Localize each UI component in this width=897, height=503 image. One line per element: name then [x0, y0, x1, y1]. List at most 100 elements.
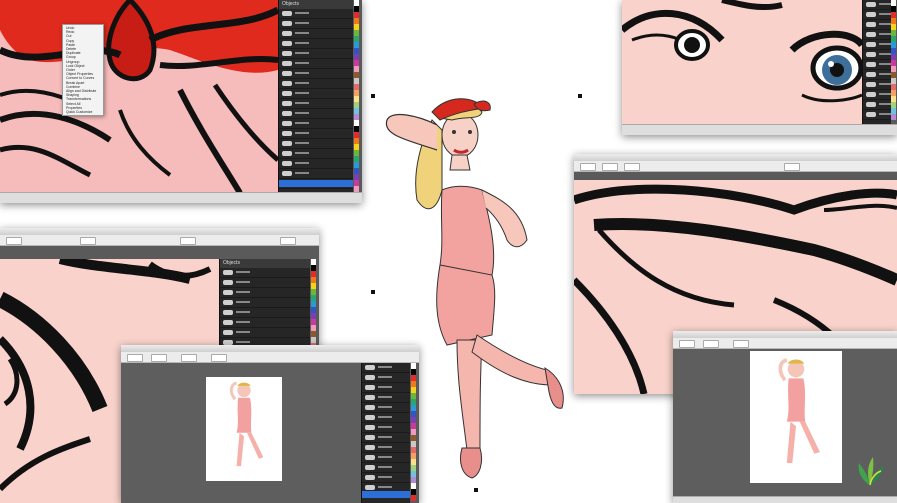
object-thumbnail-icon	[866, 2, 876, 7]
title-bar	[0, 228, 319, 235]
color-palette[interactable]	[354, 0, 359, 193]
toolbar-button[interactable]	[80, 237, 96, 245]
object-list-item[interactable]	[220, 278, 310, 288]
object-thumbnail-icon	[282, 11, 292, 16]
object-thumbnail-icon	[866, 32, 876, 37]
selection-handle[interactable]	[474, 488, 478, 492]
object-list-item[interactable]	[279, 149, 353, 159]
object-name-label	[295, 12, 309, 14]
main-illustration[interactable]	[362, 90, 582, 490]
object-list-item[interactable]	[279, 169, 353, 179]
object-list-item[interactable]	[220, 328, 310, 338]
object-list-item[interactable]	[863, 30, 891, 40]
object-name-label	[879, 83, 891, 85]
object-name-label	[295, 62, 309, 64]
object-name-label	[295, 42, 309, 44]
object-list-item[interactable]	[220, 268, 310, 278]
object-thumbnail-icon	[282, 41, 292, 46]
object-list-item[interactable]	[279, 9, 353, 19]
toolbar-button[interactable]	[180, 237, 196, 245]
selection-handle[interactable]	[578, 94, 582, 98]
object-list-item[interactable]	[279, 29, 353, 39]
object-list-item[interactable]	[279, 89, 353, 99]
canvas-bow[interactable]: Undo Redo Cut Copy Paste Delete Duplicat…	[0, 0, 278, 193]
object-name-label	[295, 22, 309, 24]
canvas-document[interactable]	[121, 363, 361, 503]
object-list-item[interactable]	[220, 298, 310, 308]
object-list-item[interactable]	[279, 99, 353, 109]
toolbar-button[interactable]	[211, 354, 227, 362]
context-menu-item[interactable]: Quick Customize	[63, 110, 103, 114]
selected-object-row[interactable]	[362, 491, 410, 498]
toolbar-button[interactable]	[703, 340, 719, 348]
object-thumbnail-icon	[223, 310, 233, 315]
canvas-eyes[interactable]	[622, 0, 862, 124]
object-name-label	[236, 291, 250, 293]
object-list-item[interactable]	[863, 10, 891, 20]
artwork-eyes	[622, 0, 862, 124]
object-name-label	[879, 13, 891, 15]
object-thumbnail-icon	[866, 22, 876, 27]
object-list-item[interactable]	[279, 159, 353, 169]
object-list-item[interactable]	[220, 308, 310, 318]
object-list-item[interactable]	[863, 50, 891, 60]
object-list-item[interactable]	[279, 59, 353, 69]
object-list-item[interactable]	[863, 0, 891, 10]
object-thumbnail-icon	[223, 280, 233, 285]
object-name-label	[295, 132, 309, 134]
object-list-item[interactable]	[863, 80, 891, 90]
object-list-item[interactable]	[863, 100, 891, 110]
selection-handle[interactable]	[371, 290, 375, 294]
object-list-item[interactable]	[863, 20, 891, 30]
selected-object-row[interactable]	[279, 180, 353, 187]
object-list-item[interactable]	[863, 70, 891, 80]
object-name-label	[295, 102, 309, 104]
object-thumbnail-icon	[282, 31, 292, 36]
object-thumbnail-icon	[866, 92, 876, 97]
toolbar-button[interactable]	[6, 237, 22, 245]
object-list-item[interactable]	[863, 110, 891, 120]
toolbar-button[interactable]	[580, 163, 596, 171]
object-list-item[interactable]	[279, 39, 353, 49]
object-list-item[interactable]	[279, 119, 353, 129]
object-list-item[interactable]	[279, 129, 353, 139]
object-name-label	[879, 53, 891, 55]
toolbar-button[interactable]	[181, 354, 197, 362]
document-page	[750, 351, 842, 483]
property-bar	[673, 338, 897, 349]
object-list-item[interactable]	[279, 139, 353, 149]
toolbar-button[interactable]	[280, 237, 296, 245]
object-name-label	[879, 63, 891, 65]
object-name-label	[295, 152, 309, 154]
palette-swatch[interactable]	[891, 114, 896, 120]
toolbar-button[interactable]	[602, 163, 618, 171]
object-list-item[interactable]	[279, 19, 353, 29]
object-list-item[interactable]	[220, 318, 310, 328]
toolbar-button[interactable]	[733, 340, 749, 348]
object-thumbnail-icon	[223, 290, 233, 295]
palette-swatch[interactable]	[411, 495, 416, 501]
object-list-item[interactable]	[863, 40, 891, 50]
pinup-thumbnail	[778, 358, 820, 463]
toolbar-button[interactable]	[679, 340, 695, 348]
toolbar-button[interactable]	[151, 354, 167, 362]
object-list-item[interactable]	[863, 60, 891, 70]
toolbar-button[interactable]	[784, 163, 800, 171]
color-palette[interactable]	[891, 0, 896, 124]
object-list-item[interactable]	[279, 109, 353, 119]
object-list-item[interactable]	[279, 49, 353, 59]
object-list-item[interactable]	[279, 69, 353, 79]
toolbar-button[interactable]	[127, 354, 143, 362]
toolbar-button[interactable]	[624, 163, 640, 171]
object-name-label	[879, 113, 891, 115]
object-name-label	[295, 112, 309, 114]
object-list-item[interactable]	[863, 90, 891, 100]
object-name-label	[236, 281, 250, 283]
property-bar	[574, 161, 897, 172]
object-list-item[interactable]	[279, 79, 353, 89]
objects-docker: Objects	[278, 0, 353, 193]
window-full-document-right	[673, 331, 897, 503]
object-list-item[interactable]	[220, 288, 310, 298]
selection-handle[interactable]	[371, 94, 375, 98]
object-name-label	[879, 33, 891, 35]
